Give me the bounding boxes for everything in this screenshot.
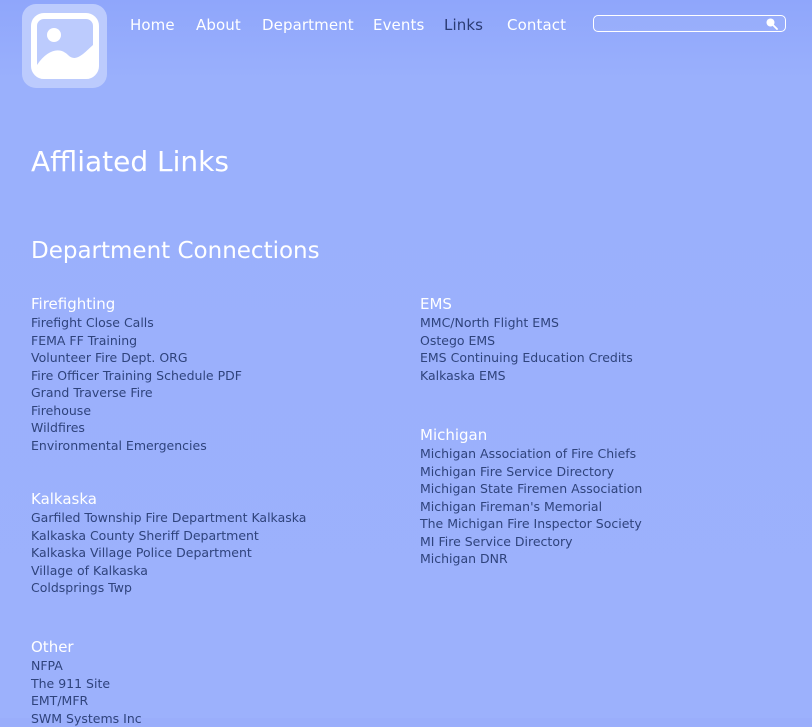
link-item[interactable]: Village of Kalkaska bbox=[31, 562, 401, 580]
search-icon[interactable] bbox=[765, 17, 778, 30]
nav-about[interactable]: About bbox=[196, 15, 241, 35]
link-item[interactable]: Grand Traverse Fire bbox=[31, 384, 401, 402]
group-heading-other: Other bbox=[31, 638, 401, 656]
link-item[interactable]: Garfiled Township Fire Department Kalkas… bbox=[31, 509, 401, 527]
link-item[interactable]: FEMA FF Training bbox=[31, 332, 401, 350]
link-item[interactable]: Michigan Fire Service Directory bbox=[420, 463, 790, 481]
link-item[interactable]: Michigan DNR bbox=[420, 550, 790, 568]
link-item[interactable]: Kalkaska Village Police Department bbox=[31, 544, 401, 562]
link-item[interactable]: MI Fire Service Directory bbox=[420, 533, 790, 551]
link-item[interactable]: Michigan State Firemen Association bbox=[420, 480, 790, 498]
group-heading-michigan: Michigan bbox=[420, 426, 790, 444]
nav-contact[interactable]: Contact bbox=[507, 15, 566, 35]
section-title: Department Connections bbox=[31, 235, 320, 267]
group-heading-kalkaska: Kalkaska bbox=[31, 490, 401, 508]
link-item[interactable]: Kalkaska EMS bbox=[420, 367, 790, 385]
link-item[interactable]: Environmental Emergencies bbox=[31, 437, 401, 455]
link-item[interactable]: Kalkaska County Sheriff Department bbox=[31, 527, 401, 545]
link-item[interactable]: Fire Officer Training Schedule PDF bbox=[31, 367, 401, 385]
link-list-michigan: Michigan Association of Fire Chiefs Mich… bbox=[420, 445, 790, 568]
nav-home[interactable]: Home bbox=[130, 15, 175, 35]
search-box bbox=[593, 15, 786, 32]
image-placeholder-icon bbox=[30, 13, 100, 79]
search-input[interactable] bbox=[598, 16, 758, 30]
link-list-kalkaska: Garfiled Township Fire Department Kalkas… bbox=[31, 509, 401, 597]
site-logo[interactable] bbox=[22, 4, 107, 88]
group-other: Other NFPA The 911 Site EMT/MFR SWM Syst… bbox=[31, 638, 401, 727]
link-item[interactable]: Wildfires bbox=[31, 419, 401, 437]
link-item[interactable]: Michigan Fireman's Memorial bbox=[420, 498, 790, 516]
group-heading-ems: EMS bbox=[420, 295, 790, 313]
link-item[interactable]: Michigan Association of Fire Chiefs bbox=[420, 445, 790, 463]
link-item[interactable]: EMS Continuing Education Credits bbox=[420, 349, 790, 367]
link-item[interactable]: Firefight Close Calls bbox=[31, 314, 401, 332]
link-item[interactable]: Firehouse bbox=[31, 402, 401, 420]
group-michigan: Michigan Michigan Association of Fire Ch… bbox=[420, 426, 790, 568]
link-list-other: NFPA The 911 Site EMT/MFR SWM Systems In… bbox=[31, 657, 401, 727]
link-item[interactable]: EMT/MFR bbox=[31, 692, 401, 710]
link-item[interactable]: The Michigan Fire Inspector Society bbox=[420, 515, 790, 533]
link-item[interactable]: SWM Systems Inc bbox=[31, 710, 401, 727]
link-item[interactable]: Ostego EMS bbox=[420, 332, 790, 350]
group-kalkaska: Kalkaska Garfiled Township Fire Departme… bbox=[31, 490, 401, 597]
link-list-ems: MMC/North Flight EMS Ostego EMS EMS Cont… bbox=[420, 314, 790, 384]
nav-events[interactable]: Events bbox=[373, 15, 424, 35]
link-item[interactable]: MMC/North Flight EMS bbox=[420, 314, 790, 332]
nav-department[interactable]: Department bbox=[262, 15, 354, 35]
link-item[interactable]: The 911 Site bbox=[31, 675, 401, 693]
group-ems: EMS MMC/North Flight EMS Ostego EMS EMS … bbox=[420, 295, 790, 384]
link-item[interactable]: NFPA bbox=[31, 657, 401, 675]
page-title: Affliated Links bbox=[31, 144, 229, 180]
group-firefighting: Firefighting Firefight Close Calls FEMA … bbox=[31, 295, 401, 454]
link-list-firefighting: Firefight Close Calls FEMA FF Training V… bbox=[31, 314, 401, 454]
nav-links[interactable]: Links bbox=[444, 15, 483, 35]
link-item[interactable]: Coldsprings Twp bbox=[31, 579, 401, 597]
link-item[interactable]: Volunteer Fire Dept. ORG bbox=[31, 349, 401, 367]
group-heading-firefighting: Firefighting bbox=[31, 295, 401, 313]
